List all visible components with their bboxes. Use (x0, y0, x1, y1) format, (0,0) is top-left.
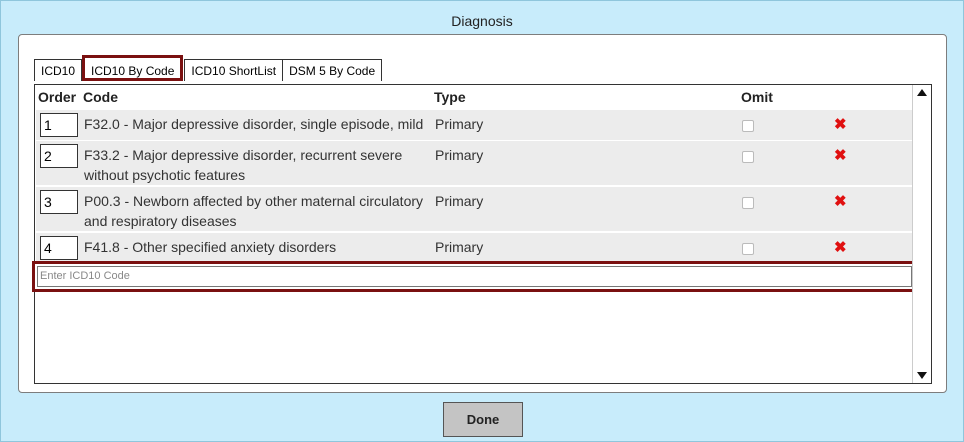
omit-checkbox[interactable] (742, 151, 754, 163)
column-header-order: Order (38, 89, 77, 105)
scroll-down-icon[interactable] (917, 372, 927, 379)
icd10-entry-highlight: Enter ICD10 Code (32, 261, 918, 292)
diagnosis-panel: ICD10 ICD10 By Code ICD10 ShortList DSM … (18, 34, 947, 393)
omit-checkbox[interactable] (742, 243, 754, 255)
omit-checkbox[interactable] (742, 197, 754, 209)
done-button[interactable]: Done (443, 402, 523, 437)
delete-icon[interactable]: ✖ (834, 146, 847, 164)
diagnosis-code: F41.8 - Other specified anxiety disorder… (84, 239, 337, 255)
delete-icon[interactable]: ✖ (834, 238, 847, 256)
dialog-title: Diagnosis (451, 13, 513, 29)
tab-dsm5-by-code[interactable]: DSM 5 By Code (282, 59, 383, 81)
diagnosis-type: Primary (435, 193, 484, 209)
order-input[interactable]: 4 (40, 236, 78, 260)
tab-bar: ICD10 ICD10 By Code ICD10 ShortList DSM … (34, 55, 383, 81)
scroll-up-icon[interactable] (917, 89, 927, 96)
order-input[interactable]: 1 (40, 113, 78, 137)
tab-icd10-by-code[interactable]: ICD10 By Code (82, 55, 184, 81)
order-input[interactable]: 2 (40, 144, 78, 168)
vertical-scrollbar[interactable] (912, 85, 931, 383)
tab-icd10-shortlist[interactable]: ICD10 ShortList (184, 59, 284, 81)
diagnosis-dialog: Diagnosis ICD10 ICD10 By Code ICD10 Shor… (0, 0, 964, 442)
column-header-type: Type (434, 89, 466, 105)
diagnosis-code: F33.2 - Major depressive disorder, recur… (84, 147, 403, 183)
table-row: 1 F32.0 - Major depressive disorder, sin… (36, 110, 913, 140)
omit-checkbox[interactable] (742, 120, 754, 132)
order-input[interactable]: 3 (40, 190, 78, 214)
diagnosis-type: Primary (435, 116, 484, 132)
diagnosis-type: Primary (435, 147, 484, 163)
table-row: 3 P00.3 - Newborn affected by other mate… (36, 187, 913, 231)
delete-icon[interactable]: ✖ (834, 192, 847, 210)
column-header-code: Code (83, 89, 118, 105)
delete-icon[interactable]: ✖ (834, 115, 847, 133)
diagnosis-code: F32.0 - Major depressive disorder, singl… (84, 116, 424, 132)
diagnosis-grid: Order Code Type Omit 1 F32.0 - Major dep… (32, 84, 932, 384)
column-header-omit: Omit (741, 89, 773, 105)
tab-icd10[interactable]: ICD10 (34, 59, 83, 81)
diagnosis-code: P00.3 - Newborn affected by other matern… (84, 193, 424, 229)
diagnosis-type: Primary (435, 239, 484, 255)
table-row: 2 F33.2 - Major depressive disorder, rec… (36, 141, 913, 185)
table-row: 4 F41.8 - Other specified anxiety disord… (36, 233, 913, 261)
icd10-code-input[interactable]: Enter ICD10 Code (37, 266, 912, 287)
